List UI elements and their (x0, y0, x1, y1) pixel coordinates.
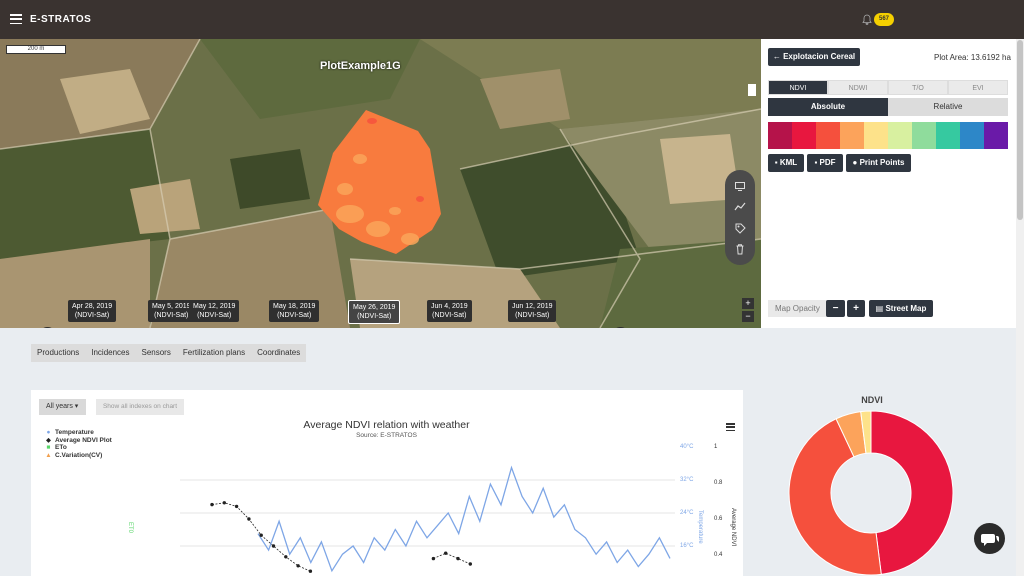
temp-tick: 16°C (680, 543, 694, 549)
donut-title: NDVI (861, 395, 883, 405)
top-bar: E-STRATOS 567 (0, 0, 1024, 39)
temp-tick: 32°C (680, 477, 694, 483)
tab-fertilization-plans[interactable]: Fertilization plans (177, 344, 251, 362)
chart-legend: ● Temperature ◆ Average NDVI Plot ■ ETo ▲ C.… (45, 429, 112, 459)
zoom-out-button[interactable]: − (742, 311, 754, 322)
ndvi-point[interactable] (456, 556, 460, 561)
legend-item[interactable]: ■ ETo (45, 444, 112, 452)
donut-slice[interactable] (870, 410, 954, 575)
tab-evi[interactable]: EVI (948, 80, 1008, 95)
relative-button[interactable]: Relative (888, 98, 1008, 116)
timeline-date[interactable]: May 12, 2019 (NDVI-Sat) (189, 300, 240, 322)
temp-tick: 24°C (680, 510, 694, 516)
chat-icon (981, 534, 999, 546)
fullscreen-button[interactable] (748, 84, 756, 96)
map-toolbar (725, 170, 755, 265)
chat-button[interactable] (974, 523, 1005, 554)
timeline-date[interactable]: May 5, 2019 (NDVI-Sat) (148, 300, 195, 322)
back-button[interactable]: ← Explotacion Cereal (768, 48, 860, 66)
ndvi-tick: 0.6 (714, 516, 723, 522)
plot-area: Plot Area: 13.6192 ha (934, 53, 1011, 62)
scale-mode-toggle: Absolute Relative (768, 98, 1008, 116)
palette-swatch (792, 122, 816, 149)
tab-incidences[interactable]: Incidences (85, 344, 135, 362)
trash-icon[interactable] (734, 243, 746, 255)
app-logo: E-STRATOS (30, 14, 92, 25)
ndvi-donut-chart (788, 410, 954, 576)
section-tabs: Productions Incidences Sensors Fertiliza… (31, 344, 307, 362)
scrollbar-thumb[interactable] (1017, 40, 1023, 220)
ndvi-point[interactable] (308, 569, 313, 573)
street-map-button[interactable]: ▤ Street Map (869, 300, 933, 317)
palette-swatch (888, 122, 912, 149)
opacity-minus-button[interactable]: − (826, 300, 845, 317)
timeline-date-selected[interactable]: May 26, 2019 (NDVI-Sat) (348, 300, 401, 324)
palette-swatch (768, 122, 792, 149)
timeline-date[interactable]: Jun 12, 2019 (NDVI-Sat) (508, 300, 557, 322)
chart-subtitle: Source: E-STRATOS (356, 432, 417, 439)
tab-coordinates[interactable]: Coordinates (251, 344, 306, 362)
opacity-plus-button[interactable]: + (847, 300, 865, 317)
palette-swatch (912, 122, 936, 149)
map-opacity-label: Map Opacity (768, 300, 827, 317)
palette-swatch (936, 122, 960, 149)
temperature-axis-label: Temperature (697, 510, 703, 544)
tab-to[interactable]: T/O (888, 80, 948, 95)
absolute-button[interactable]: Absolute (768, 98, 888, 116)
map-imagery (0, 39, 761, 328)
palette-swatch (840, 122, 864, 149)
kml-button[interactable]: ▪ KML (768, 154, 804, 172)
timeline-date[interactable]: May 18, 2019 (NDVI-Sat) (269, 300, 320, 322)
show-all-indexes-button[interactable]: Show all indexes on chart (96, 399, 184, 415)
ndvi-tick: 1 (714, 444, 718, 450)
tab-productions[interactable]: Productions (31, 344, 85, 362)
palette-swatch (864, 122, 888, 149)
line-chart-icon[interactable] (734, 201, 746, 213)
eto-axis-label: ET0 (127, 522, 133, 534)
color-legend (768, 122, 1008, 149)
index-tabs: NDVI NDWI T/O EVI (768, 80, 1008, 95)
legend-item[interactable]: ● Temperature (45, 429, 112, 437)
rectangle-draw-icon[interactable] (734, 180, 746, 192)
tag-icon[interactable] (734, 222, 746, 234)
plot-name: PlotExample1G (320, 60, 401, 72)
tab-ndwi[interactable]: NDWI (828, 80, 888, 95)
chart-title: Average NDVI relation with weather (303, 419, 470, 431)
legend-item[interactable]: ▲ C.Variation(CV) (45, 452, 112, 460)
menu-icon[interactable] (10, 14, 22, 24)
legend-item[interactable]: ◆ Average NDVI Plot (45, 437, 112, 445)
palette-swatch (960, 122, 984, 149)
timeline-date[interactable]: Apr 28, 2019 (NDVI-Sat) (68, 300, 117, 322)
tab-ndvi[interactable]: NDVI (768, 80, 828, 95)
years-dropdown[interactable]: All years ▾ (39, 399, 86, 415)
palette-swatch (816, 122, 840, 149)
notification-badge[interactable]: 567 (874, 13, 894, 26)
temperature-line (257, 465, 671, 573)
ndvi-tick: 0.4 (714, 552, 723, 558)
map-scale: 200 m (6, 45, 66, 54)
temp-tick: 40°C (680, 444, 694, 450)
tab-sensors[interactable]: Sensors (136, 344, 177, 362)
ndvi-point[interactable] (444, 551, 448, 555)
pdf-button[interactable]: ▪ PDF (807, 154, 843, 172)
print-points-button[interactable]: ● Print Points (846, 154, 911, 172)
chart-menu-icon[interactable] (726, 423, 735, 431)
satellite-map[interactable]: 200 m PlotExample1G + − ‹ › Apr 28, 2019… (0, 39, 761, 328)
line-chart (180, 465, 675, 573)
bell-icon[interactable] (862, 14, 872, 25)
ndvi-tick: 0.8 (714, 480, 723, 486)
palette-swatch (984, 122, 1008, 149)
zoom-in-button[interactable]: + (742, 298, 754, 309)
timeline-date[interactable]: Jun 4, 2019 (NDVI-Sat) (427, 300, 472, 322)
ndvi-axis-label: Average NDVI (730, 508, 736, 547)
